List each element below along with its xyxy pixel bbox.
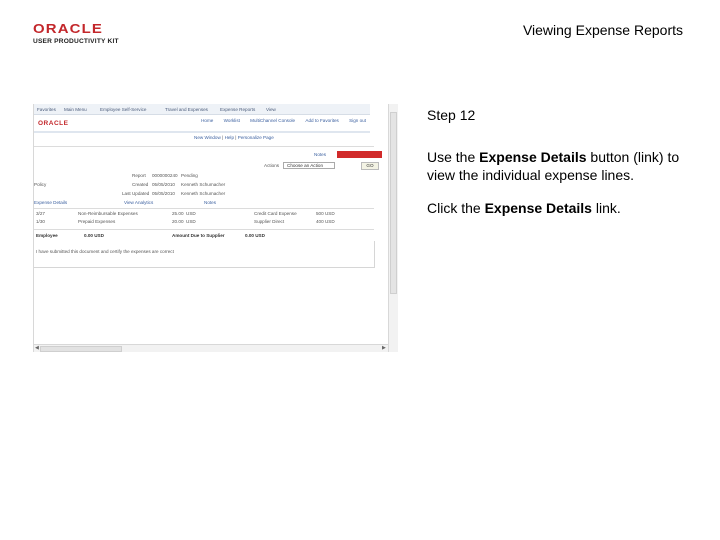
- actions-label: Actions: [264, 163, 280, 168]
- top-link-favorites[interactable]: Add to Favorites: [305, 118, 338, 123]
- field-extra-report: Pending: [181, 173, 198, 178]
- new-window-link[interactable]: New Window: [194, 135, 221, 140]
- top-link-console[interactable]: MultiChannel Console: [250, 118, 295, 123]
- line-1-desc: Non-Reimbursable Expenses: [78, 211, 138, 216]
- top-link-signout[interactable]: Sign out: [349, 118, 366, 123]
- vertical-scroll-thumb[interactable]: [390, 112, 397, 294]
- breadcrumb-nav: Favorites Main Menu Employee Self-Servic…: [34, 104, 370, 115]
- line-2-amount: 20.00: [172, 219, 184, 224]
- action-pre: Click the: [427, 200, 485, 216]
- line-2-total: 400 USD: [316, 219, 335, 224]
- view-analytics-link[interactable]: View Analytics: [124, 200, 153, 205]
- header-bar: [34, 131, 370, 133]
- field-value-created: 05/05/2010: [152, 182, 175, 187]
- field-label-updated: Last Updated: [122, 191, 150, 196]
- scroll-left-icon[interactable]: ◀: [35, 345, 39, 351]
- line-1-code: 3/27: [36, 211, 45, 216]
- field-value-report: 0000000240: [152, 173, 178, 178]
- step-label: Step 12: [427, 107, 476, 123]
- nav-item-expense-reports[interactable]: Expense Reports: [220, 107, 255, 112]
- actions-value: Choose an Action: [287, 163, 324, 168]
- line-1-total: 500 USD: [316, 211, 335, 216]
- nav-item-main-menu[interactable]: Main Menu: [64, 107, 87, 112]
- nav-item-favorites[interactable]: Favorites: [37, 107, 56, 112]
- action-text: Click the Expense Details link.: [427, 199, 697, 217]
- field-extra-updated: Kenneth Schumacher: [181, 191, 226, 196]
- total-employee-value: 0.00 USD: [84, 233, 104, 238]
- divider: [34, 229, 374, 230]
- nav-item-self-service[interactable]: Employee Self-Service: [100, 107, 146, 112]
- top-link-home[interactable]: Home: [201, 118, 213, 123]
- divider: [34, 208, 374, 209]
- divider: [34, 146, 374, 147]
- line-1-currency: USD: [186, 211, 196, 216]
- field-label-created: Created: [132, 182, 149, 187]
- expense-details-link[interactable]: Expense Details: [34, 200, 67, 205]
- line-1-payment: Credit Card Expense: [254, 211, 297, 216]
- horizontal-scroll-thumb[interactable]: [40, 346, 122, 352]
- total-supplier-label: Amount Due to Supplier: [172, 233, 225, 238]
- scroll-right-icon[interactable]: ▶: [382, 345, 386, 351]
- red-action-button[interactable]: [337, 151, 382, 158]
- instruction-text: Use the Expense Details button (link) to…: [427, 148, 697, 184]
- top-links: Home Worklist MultiChannel Console Add t…: [192, 118, 366, 123]
- instruction-bold: Expense Details: [479, 149, 587, 165]
- action-bold: Expense Details: [484, 200, 592, 216]
- logo-product: USER PRODUCTIVITY KIT: [33, 38, 119, 45]
- policy-label: Policy: [34, 182, 47, 187]
- total-employee-label: Employee: [36, 233, 58, 238]
- actions-select[interactable]: Choose an Action: [283, 162, 335, 169]
- action-post: link.: [591, 200, 621, 216]
- go-button[interactable]: GO: [361, 162, 379, 170]
- instruction-pre: Use the: [427, 149, 480, 165]
- line-2-code: 1/30: [36, 219, 45, 224]
- line-2-currency: USD: [186, 219, 196, 224]
- line-1-amount: 25.00: [172, 211, 184, 216]
- personalize-link[interactable]: Personalize Page: [238, 135, 274, 140]
- page-links: New Window | Help | Personalize Page: [194, 135, 274, 140]
- oracle-upk-logo: ORACLE USER PRODUCTIVITY KIT: [33, 22, 125, 48]
- help-link[interactable]: Help: [225, 135, 234, 140]
- app-logo: ORACLE: [38, 120, 69, 127]
- line-2-desc: Prepaid Expenses: [78, 219, 116, 224]
- line-2-payment: Supplier Direct: [254, 219, 285, 224]
- nav-item-view[interactable]: View: [266, 107, 276, 112]
- field-value-updated: 05/05/2010: [152, 191, 175, 196]
- comment-panel: [34, 241, 375, 268]
- application-screenshot: Favorites Main Menu Employee Self-Servic…: [33, 104, 398, 352]
- notes-button[interactable]: Notes: [314, 152, 326, 157]
- total-supplier-value: 0.00 USD: [245, 233, 265, 238]
- logo-brand: ORACLE: [33, 21, 104, 36]
- field-label-report: Report: [132, 173, 146, 178]
- comment-text: I have submitted this document and certi…: [36, 249, 174, 254]
- page-title: Viewing Expense Reports: [522, 22, 683, 38]
- nav-item-travel[interactable]: Travel and Expenses: [165, 107, 208, 112]
- notes-link[interactable]: Notes: [204, 200, 216, 205]
- field-extra-created: Kenneth Schumacher: [181, 182, 226, 187]
- top-link-worklist[interactable]: Worklist: [224, 118, 240, 123]
